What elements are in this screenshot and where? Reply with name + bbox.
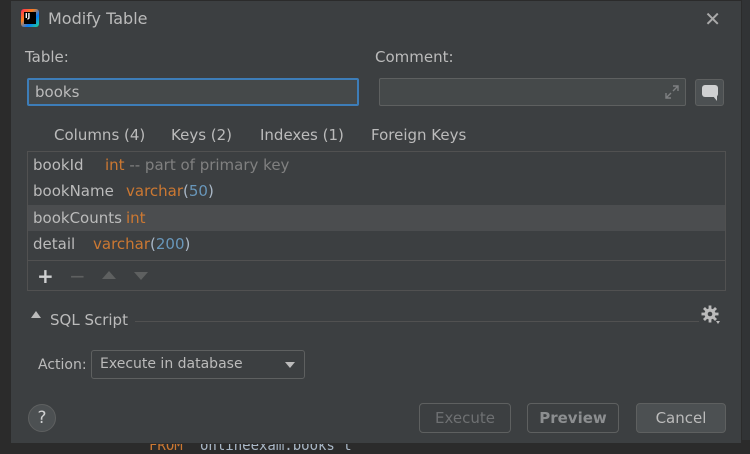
column-name: bookId bbox=[33, 156, 84, 174]
column-name: detail bbox=[33, 235, 76, 253]
comment-input[interactable] bbox=[379, 78, 686, 106]
divider bbox=[135, 321, 699, 322]
expand-icon[interactable] bbox=[665, 85, 679, 99]
dialog-title: Modify Table bbox=[48, 9, 148, 28]
column-row[interactable]: detail varchar(200) bbox=[28, 231, 725, 257]
tab-keys[interactable]: Keys (2) bbox=[171, 126, 232, 144]
remove-column-button[interactable]: − bbox=[69, 261, 86, 291]
title-bar[interactable]: IJ Modify Table ✕ bbox=[11, 1, 741, 37]
column-name: bookCounts bbox=[33, 209, 122, 227]
column-type: varchar(50) bbox=[126, 182, 214, 200]
column-type: varchar(200) bbox=[93, 235, 191, 253]
columns-toolbar: + − bbox=[28, 261, 725, 291]
comment-bubble-button[interactable] bbox=[695, 79, 724, 106]
preview-button[interactable]: Preview bbox=[527, 403, 619, 433]
collapse-triangle-icon[interactable] bbox=[31, 311, 41, 318]
move-down-icon[interactable] bbox=[134, 272, 148, 280]
close-icon[interactable]: ✕ bbox=[704, 7, 721, 31]
add-column-button[interactable]: + bbox=[37, 261, 54, 291]
action-selected-value: Execute in database bbox=[100, 356, 243, 372]
table-name-input[interactable] bbox=[27, 78, 359, 106]
tab-foreign-keys[interactable]: Foreign Keys bbox=[371, 126, 466, 144]
help-button[interactable]: ? bbox=[28, 404, 56, 432]
move-up-icon[interactable] bbox=[102, 271, 116, 279]
column-row[interactable]: bookName varchar(50) bbox=[28, 178, 725, 204]
column-row[interactable]: bookId int -- part of primary key bbox=[28, 152, 725, 178]
cancel-button[interactable]: Cancel bbox=[636, 403, 726, 433]
tab-columns[interactable]: Columns (4) bbox=[47, 126, 152, 154]
gear-icon[interactable] bbox=[701, 305, 721, 325]
action-dropdown[interactable]: Execute in database bbox=[91, 350, 305, 379]
action-label: Action: bbox=[38, 357, 87, 373]
tab-indexes[interactable]: Indexes (1) bbox=[260, 126, 344, 144]
execute-button[interactable]: Execute bbox=[419, 403, 511, 433]
modify-table-dialog: IJ Modify Table ✕ Table: Comment: Column… bbox=[10, 0, 742, 444]
chevron-down-icon bbox=[285, 362, 295, 368]
intellij-app-icon: IJ bbox=[21, 9, 39, 27]
column-comment: -- part of primary key bbox=[129, 156, 290, 174]
columns-panel: bookId int -- part of primary key bookNa… bbox=[27, 151, 726, 291]
column-type: int bbox=[126, 209, 146, 227]
column-row-selected[interactable]: bookCounts int bbox=[28, 205, 725, 231]
column-name: bookName bbox=[33, 182, 114, 200]
sql-script-toggle[interactable]: SQL Script bbox=[50, 311, 128, 329]
table-label: Table: bbox=[25, 48, 69, 66]
column-type: int -- part of primary key bbox=[105, 156, 290, 174]
comment-label: Comment: bbox=[375, 48, 454, 66]
background-editor-right bbox=[742, 0, 750, 454]
tab-bar: Columns (4) Keys (2) Indexes (1) Foreign… bbox=[29, 121, 729, 154]
